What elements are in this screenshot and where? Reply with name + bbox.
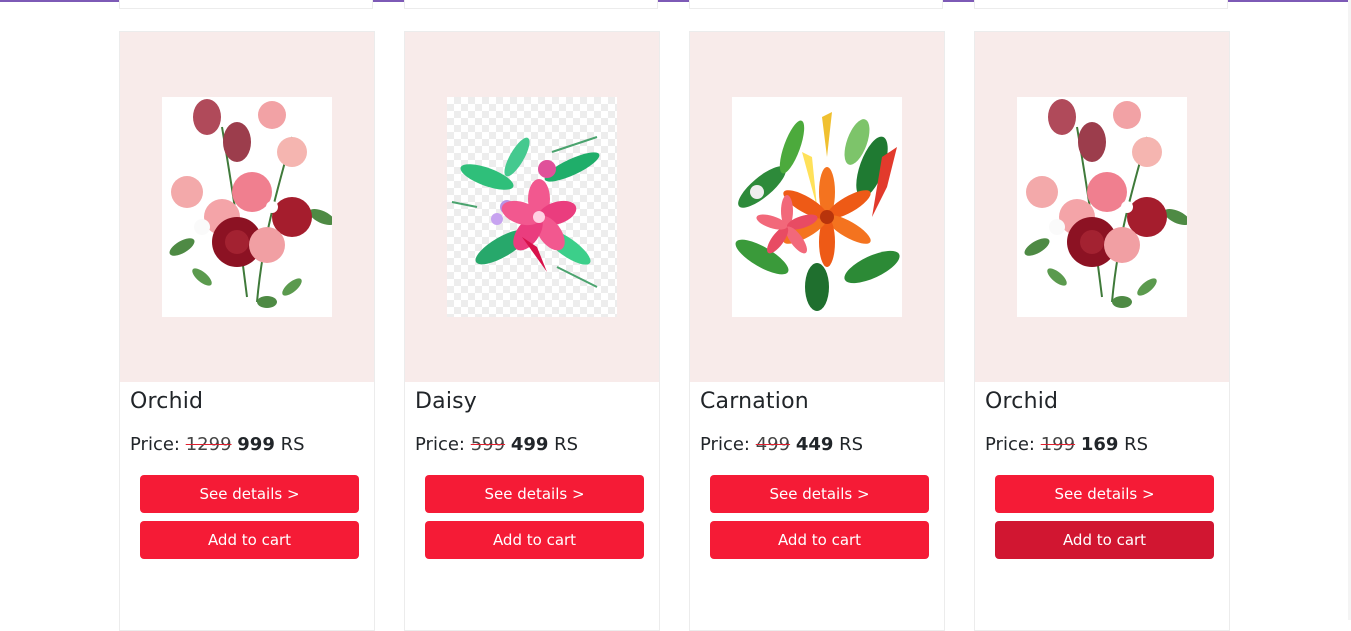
old-price: 499	[755, 434, 791, 455]
previous-card-bottom	[119, 0, 373, 9]
product-price: Price: 199 169 RS	[985, 434, 1148, 455]
add-to-cart-button[interactable]: Add to cart	[140, 521, 359, 559]
see-details-button[interactable]: See details >	[995, 475, 1214, 513]
product-card: Daisy Price: 599 499 RS See details > Ad…	[404, 31, 660, 631]
product-image[interactable]	[447, 97, 617, 317]
product-price: Price: 1299 999 RS	[130, 434, 305, 455]
rose-bouquet-icon	[169, 99, 332, 308]
old-price: 1299	[185, 434, 232, 455]
price-label: Price:	[700, 434, 750, 455]
previous-card-bottom	[974, 0, 1228, 9]
tropical-pink-flower-icon	[451, 136, 600, 288]
currency: RS	[839, 434, 864, 455]
see-details-button[interactable]: See details >	[140, 475, 359, 513]
price-label: Price:	[985, 434, 1035, 455]
old-price: 599	[470, 434, 506, 455]
currency: RS	[1124, 434, 1149, 455]
price-label: Price:	[415, 434, 465, 455]
product-price: Price: 499 449 RS	[700, 434, 863, 455]
product-card: Orchid Price: 1299 999 RS See details > …	[119, 31, 375, 631]
product-price: Price: 599 499 RS	[415, 434, 578, 455]
product-image-area	[120, 32, 374, 382]
product-card: Orchid Price: 199 169 RS See details > A…	[974, 31, 1230, 631]
add-to-cart-button[interactable]: Add to cart	[995, 521, 1214, 559]
rose-bouquet-icon	[1024, 99, 1187, 308]
previous-card-bottom	[689, 0, 943, 9]
previous-card-bottom	[404, 0, 658, 9]
add-to-cart-button[interactable]: Add to cart	[425, 521, 644, 559]
product-name: Daisy	[415, 389, 478, 414]
price-label: Price:	[130, 434, 180, 455]
currency: RS	[280, 434, 305, 455]
product-name: Carnation	[700, 389, 809, 414]
add-to-cart-button[interactable]: Add to cart	[710, 521, 929, 559]
see-details-button[interactable]: See details >	[710, 475, 929, 513]
new-price: 999	[237, 434, 275, 455]
product-name: Orchid	[130, 389, 204, 414]
product-image-area	[690, 32, 944, 382]
new-price: 449	[795, 434, 834, 455]
product-name: Orchid	[985, 389, 1059, 414]
tropical-bouquet-icon	[735, 112, 900, 311]
product-image[interactable]	[1017, 97, 1187, 317]
see-details-button[interactable]: See details >	[425, 475, 644, 513]
product-image-area	[405, 32, 659, 382]
product-image[interactable]	[162, 97, 332, 317]
currency: RS	[554, 434, 579, 455]
new-price: 499	[510, 434, 549, 455]
product-image-area	[975, 32, 1229, 382]
old-price: 199	[1040, 434, 1076, 455]
product-image[interactable]	[732, 97, 902, 317]
product-card: Carnation Price: 499 449 RS See details …	[689, 31, 945, 631]
new-price: 169	[1080, 434, 1119, 455]
